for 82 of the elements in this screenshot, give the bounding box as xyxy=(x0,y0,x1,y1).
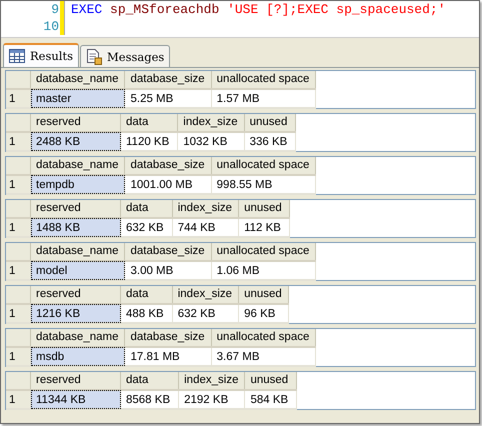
column-header: data xyxy=(120,286,172,304)
column-header: data xyxy=(120,200,172,218)
column-header: index_size xyxy=(178,372,245,390)
row-number: 1 xyxy=(6,390,30,409)
table-cell[interactable]: 1.06 MB xyxy=(211,261,316,280)
row-number: 1 xyxy=(6,261,30,280)
table-cell[interactable]: 488 KB xyxy=(120,304,172,323)
corner-header xyxy=(6,200,30,218)
table-cell[interactable]: 1001.00 MB xyxy=(124,175,212,194)
column-header: unused xyxy=(238,286,288,304)
column-header: index_size xyxy=(172,200,239,218)
grid-icon xyxy=(9,49,25,63)
row-number: 1 xyxy=(6,218,30,237)
table-cell[interactable]: 336 KB xyxy=(244,132,296,151)
column-header: unused xyxy=(238,200,290,218)
column-header: database_name xyxy=(30,157,125,175)
corner-header xyxy=(6,243,30,261)
table-cell[interactable]: 3.67 MB xyxy=(211,347,316,366)
column-header: database_name xyxy=(30,329,125,347)
column-header: unallocated space xyxy=(211,71,316,89)
column-header: database_size xyxy=(124,71,212,89)
column-header: index_size xyxy=(178,114,244,132)
table-cell[interactable]: 1216 KB xyxy=(30,304,120,323)
table-cell[interactable]: msdb xyxy=(30,347,125,366)
table-cell[interactable]: 2192 KB xyxy=(178,390,245,409)
column-header: unallocated space xyxy=(211,243,316,261)
column-header: reserved xyxy=(30,372,120,390)
document-icon xyxy=(86,48,102,64)
pane-tab[interactable]: Results xyxy=(3,43,79,67)
column-header: database_size xyxy=(124,157,212,175)
table-cell[interactable]: 2488 KB xyxy=(30,132,120,151)
table-cell[interactable]: 632 KB xyxy=(172,304,239,323)
table-cell[interactable]: 96 KB xyxy=(238,304,288,323)
column-header: reserved xyxy=(30,286,120,304)
table-cell[interactable]: 112 KB xyxy=(238,218,290,237)
table-cell[interactable]: model xyxy=(30,261,125,280)
corner-header xyxy=(6,71,30,89)
table-cell[interactable]: 17.81 MB xyxy=(124,347,212,366)
corner-header xyxy=(6,372,30,390)
column-header: unused xyxy=(244,114,296,132)
code-token: 'USE [?];EXEC sp_spaceused;' xyxy=(227,2,446,17)
column-header: unallocated space xyxy=(211,329,316,347)
table-cell[interactable]: 998.55 MB xyxy=(211,175,316,194)
column-header: index_size xyxy=(172,286,239,304)
pane-tab[interactable]: Messages xyxy=(80,45,170,67)
column-header: database_name xyxy=(30,243,125,261)
column-header: unallocated space xyxy=(211,157,316,175)
column-header: database_name xyxy=(30,71,125,89)
column-header: reserved xyxy=(30,200,120,218)
table-cell[interactable]: 1.57 MB xyxy=(211,89,316,108)
table-cell[interactable]: master xyxy=(30,89,125,108)
corner-header xyxy=(6,114,30,132)
table-cell[interactable]: 3.00 MB xyxy=(124,261,212,280)
column-header: data xyxy=(120,114,178,132)
line-number: 9 xyxy=(51,1,59,18)
column-header: unused xyxy=(244,372,297,390)
table-cell[interactable]: 584 KB xyxy=(244,390,297,409)
column-header: data xyxy=(120,372,179,390)
table-cell[interactable]: 8568 KB xyxy=(120,390,179,409)
code-token: sp_MSforeachdb xyxy=(110,2,220,17)
code-token: EXEC xyxy=(71,2,102,17)
table-cell[interactable]: tempdb xyxy=(30,175,125,194)
column-header: database_size xyxy=(124,329,212,347)
corner-header xyxy=(6,157,30,175)
table-cell[interactable]: 744 KB xyxy=(172,218,239,237)
column-header: database_size xyxy=(124,243,212,261)
table-cell[interactable]: 1032 KB xyxy=(178,132,244,151)
row-number: 1 xyxy=(6,347,30,366)
row-number: 1 xyxy=(6,132,30,151)
row-number: 1 xyxy=(6,89,30,108)
column-header: reserved xyxy=(30,114,120,132)
line-number: 10 xyxy=(43,18,59,35)
row-number: 1 xyxy=(6,175,30,194)
table-cell[interactable]: 11344 KB xyxy=(30,390,120,409)
corner-header xyxy=(6,286,30,304)
row-number: 1 xyxy=(6,304,30,323)
change-marker-bar xyxy=(60,1,65,35)
table-cell[interactable]: 632 KB xyxy=(120,218,172,237)
table-cell[interactable]: 5.25 MB xyxy=(124,89,212,108)
corner-header xyxy=(6,329,30,347)
table-cell[interactable]: 1488 KB xyxy=(30,218,120,237)
table-cell[interactable]: 1120 KB xyxy=(120,132,178,151)
